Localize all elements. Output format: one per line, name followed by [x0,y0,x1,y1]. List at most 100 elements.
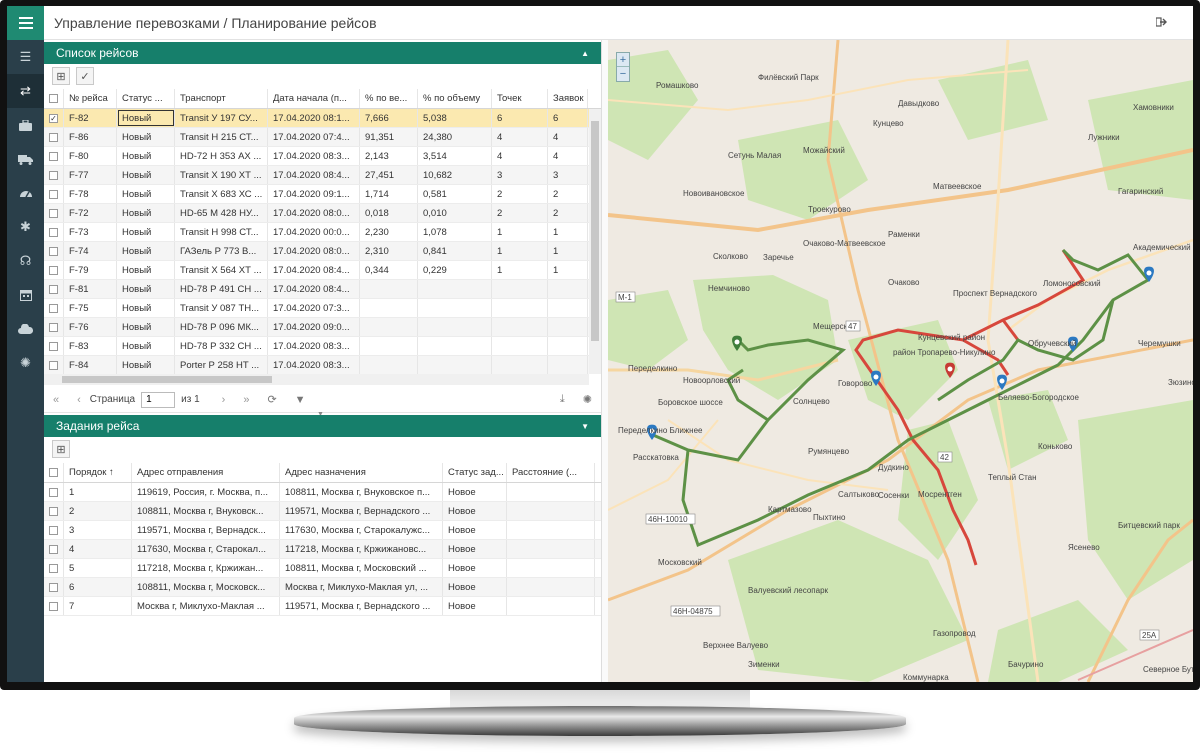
table-cell [360,318,418,336]
row-checkbox[interactable] [44,128,64,146]
row-checkbox[interactable] [44,223,64,241]
first-page-icon[interactable]: « [53,394,59,406]
scroll-thumb[interactable] [62,376,272,383]
table-row[interactable]: F-79 Новый Transit Х 564 ХТ ... 17.04.2020 … [44,261,601,280]
table-row[interactable]: F-72 Новый HD-65 М 428 НУ... 17.04.2020 08:… [44,204,601,223]
row-checkbox[interactable] [44,483,64,501]
prev-page-icon[interactable]: ‹ [77,394,81,406]
sidebar-item-orders[interactable] [7,108,44,142]
row-checkbox[interactable] [44,166,64,184]
column-header[interactable]: Адрес назначения [280,463,443,482]
sidebar-item-settings[interactable]: ✺ [7,346,44,380]
filter-icon[interactable]: ▼ [295,394,306,406]
row-checkbox[interactable] [44,204,64,222]
table-row[interactable]: 1 119619, Россия, г. Москва, п... 108811, … [44,483,601,502]
row-checkbox[interactable] [44,337,64,355]
sidebar-item-debug[interactable]: ✱ [7,210,44,244]
download-icon[interactable]: ⤓ [560,393,565,406]
table-row[interactable]: F-78 Новый Transit Х 683 ХС ... 17.04.2020 … [44,185,601,204]
column-header[interactable]: Дата начала (п... [268,89,360,108]
column-header[interactable]: Адрес отправления [132,463,280,482]
approve-trip-button[interactable]: ✓ [76,67,94,85]
table-row[interactable]: F-83 Новый HD-78 Р 332 СН ... 17.04.2020 08… [44,337,601,356]
row-checkbox[interactable] [44,147,64,165]
table-row[interactable]: F-81 Новый HD-78 Р 491 СН ... 17.04.2020 08… [44,280,601,299]
table-row[interactable]: 4 117630, Москва г, Старокал... 117218, Мо… [44,540,601,559]
sidebar-item-planning[interactable]: ⇄ [7,74,44,108]
sidebar-item-tasks[interactable]: ☰ [7,40,44,74]
column-header[interactable]: Порядок ↑ [64,463,132,482]
row-checkbox[interactable] [44,242,64,260]
table-cell: Transit Н 998 СТ... [175,223,268,241]
table-row[interactable]: F-77 Новый Transit Х 190 ХТ ... 17.04.2020 … [44,166,601,185]
row-checkbox[interactable] [44,559,64,577]
map-place-label: Зюзино [1168,378,1193,387]
column-header[interactable]: Статус зад... [443,463,507,482]
sidebar-item-calendar[interactable] [7,278,44,312]
add-trip-button[interactable]: ⊞ [52,67,70,85]
add-task-button[interactable]: ⊞ [52,440,70,458]
refresh-icon[interactable]: ⟳ [267,393,276,406]
sidebar-item-dashboard[interactable] [7,176,44,210]
sidebar-item-transport[interactable] [7,142,44,176]
column-header[interactable]: Расстояние (... [507,463,595,482]
last-page-icon[interactable]: » [243,394,249,406]
collapse-icon[interactable]: ▲ [581,49,589,58]
trips-panel-header[interactable]: Список рейсов ▲ [44,42,601,64]
row-checkbox[interactable] [44,318,64,336]
trips-vertical-scrollbar[interactable] [589,109,601,374]
trips-pager: « ‹ Страница из 1 › » ⟳ ▼ ⤓ ✺ [44,387,601,413]
expand-icon[interactable]: ▼ [581,422,589,431]
row-checkbox[interactable] [44,521,64,539]
table-row[interactable]: 7 Москва г, Миклухо-Маклая ... 119571, Мос… [44,597,601,616]
page-number-input[interactable] [141,391,176,408]
table-row[interactable]: F-76 Новый HD-78 Р 096 МК... 17.04.2020 09:… [44,318,601,337]
zoom-in-button[interactable]: + [617,53,629,67]
table-row[interactable]: 6 108811, Москва г, Московск... Москва г, … [44,578,601,597]
tasks-panel-header[interactable]: Задания рейса ▼ [44,415,601,437]
column-header[interactable]: Статус ... [117,89,175,108]
trips-header-row: № рейса Статус ... Транспорт Дата начала (п… [44,89,601,109]
sidebar-item-cloud[interactable] [7,312,44,346]
row-checkbox[interactable] [44,185,64,203]
row-checkbox[interactable] [44,280,64,298]
column-header[interactable]: Заявок [548,89,588,108]
next-page-icon[interactable]: › [222,394,226,406]
sidebar-item-support[interactable]: ☊ [7,244,44,278]
table-row[interactable]: F-74 Новый ГАЗель Р 773 В... 17.04.2020 08:… [44,242,601,261]
row-checkbox[interactable] [44,578,64,596]
logout-button[interactable] [1155,16,1167,30]
table-row[interactable]: F-84 Новый Porter Р 258 НТ ... 17.04.2020 0… [44,356,601,374]
select-all-checkbox[interactable] [44,463,64,482]
table-row[interactable]: 5 117218, Москва г, Кржижан... 108811, Мос… [44,559,601,578]
select-all-checkbox[interactable] [44,89,64,108]
row-checkbox[interactable] [44,299,64,317]
row-checkbox[interactable] [44,540,64,558]
table-row[interactable]: F-86 Новый Transit Н 215 СТ... 17.04.2020 0… [44,128,601,147]
column-header[interactable]: % по ве... [360,89,418,108]
row-checkbox[interactable] [44,597,64,615]
table-row[interactable]: F-75 Новый Transit У 087 ТН... 17.04.2020 0… [44,299,601,318]
column-header[interactable]: Транспорт [175,89,268,108]
trips-horizontal-scrollbar[interactable] [44,374,589,385]
column-header[interactable]: № рейса [64,89,117,108]
scroll-thumb[interactable] [591,121,599,341]
row-checkbox[interactable] [44,502,64,520]
table-row[interactable]: F-73 Новый Transit Н 998 СТ... 17.04.2020 0… [44,223,601,242]
row-checkbox[interactable] [44,261,64,279]
column-header[interactable]: % по объему [418,89,492,108]
table-row[interactable]: F-80 Новый HD-72 Н 353 АХ ... 17.04.2020 08… [44,147,601,166]
route-map[interactable]: Ромашково Филёвский Парк Давыдково Кунцево С… [608,40,1193,682]
column-header[interactable]: Точек [492,89,548,108]
table-row[interactable]: 2 108811, Москва г, Внуковск... 119571, Мо… [44,502,601,521]
row-checkbox[interactable] [44,356,64,374]
settings-gear-icon[interactable]: ✺ [583,393,592,406]
menu-toggle-button[interactable] [7,6,44,40]
split-divider[interactable] [601,40,608,682]
row-checkbox[interactable]: ✓ [44,109,64,127]
table-row[interactable]: 3 119571, Москва г, Вернадск... 117630, Мо… [44,521,601,540]
table-cell [507,578,595,596]
zoom-out-button[interactable]: − [617,67,629,81]
map-canvas[interactable]: Ромашково Филёвский Парк Давыдково Кунцево С… [608,40,1193,682]
table-row[interactable]: ✓ F-82 Новый Transit У 197 СУ... 17.04.2020 … [44,109,601,128]
